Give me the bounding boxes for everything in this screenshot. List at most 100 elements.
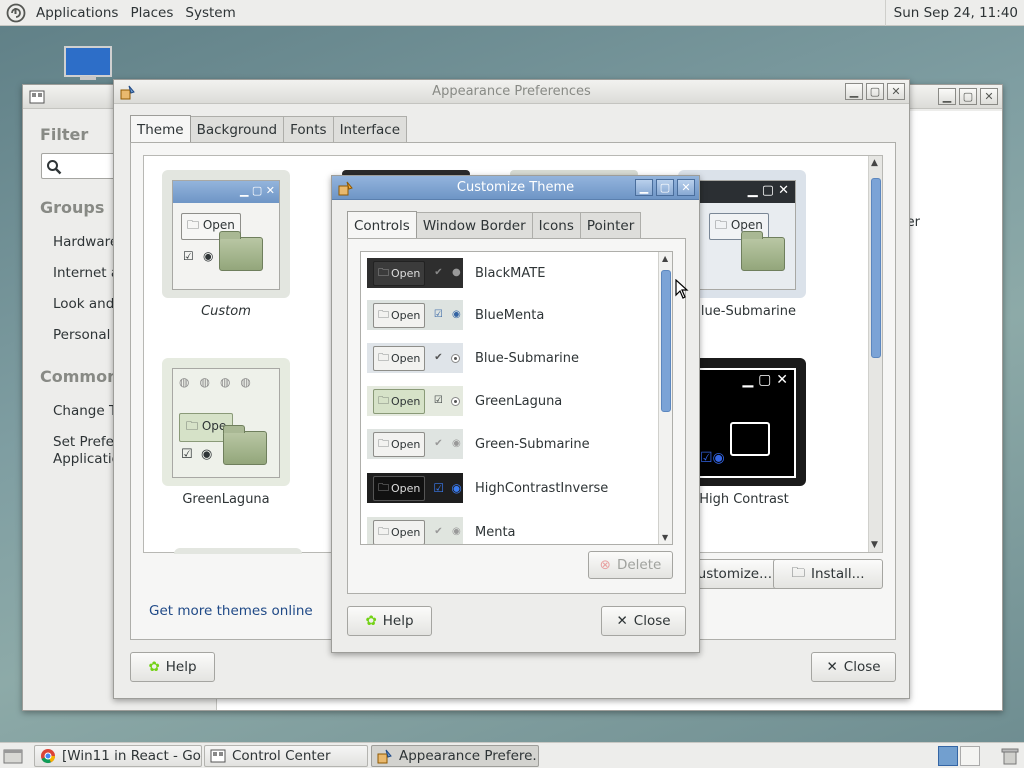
controls-scrollbar[interactable]: ▲ ▼	[658, 252, 672, 544]
theme-thumb-custom[interactable]: ▁ ▢ ✕ 🗀 Open ☑ ◉	[162, 170, 290, 298]
maximize-icon[interactable]: ▢	[959, 88, 977, 105]
task-control-center-label: Control Center	[232, 748, 331, 764]
radio-icon: ●	[452, 267, 461, 278]
theme-thumb-greenlaguna[interactable]: ◍◍◍◍ 🗀 Ope ☑ ◉	[162, 358, 290, 486]
control-center-icon	[29, 90, 45, 104]
task-appearance[interactable]: Appearance Prefere...	[371, 745, 539, 767]
theme-preview: 🗀 Open ✔ ◉	[367, 429, 463, 459]
task-applications[interactable]: Applicatio	[53, 451, 120, 467]
customize-titlebar[interactable]: Customize Theme ▁ ▢ ✕	[332, 176, 699, 200]
minimize-icon[interactable]: ▁	[938, 88, 956, 105]
mouse-pointer-icon	[675, 279, 689, 299]
list-item[interactable]: 🗀 Open ☑ ◉ HighContrastInverse	[367, 470, 608, 506]
tab-window-border[interactable]: Window Border	[415, 212, 533, 239]
theme-label-custom: Custom	[201, 304, 251, 319]
controls-scroll-thumb[interactable]	[661, 270, 671, 412]
chrome-icon	[41, 749, 55, 764]
close-label: Close	[843, 659, 881, 675]
close-icon[interactable]: ✕	[980, 88, 998, 105]
control-center-icon	[210, 749, 226, 763]
appearance-tabs: Theme Background Fonts Interface	[130, 115, 408, 143]
blue-submarine-preview: ▁ ▢ ✕ 🗀 Open	[688, 180, 796, 290]
controls-theme-list[interactable]: 🗀 Open ✔ ● BlackMATE 🗀 Open ☑ ◉ BlueMenta 🗀 O…	[360, 251, 673, 545]
preview-open-button: 🗀 Open	[373, 345, 426, 371]
folder-icon: 🗀	[186, 419, 199, 433]
trash-icon[interactable]	[1000, 747, 1020, 765]
tab-background[interactable]: Background	[189, 116, 285, 143]
theme-thumb-partial[interactable]	[174, 548, 302, 554]
folder-icon: 🗀	[378, 480, 389, 494]
group-hardware[interactable]: Hardware	[53, 234, 118, 250]
radio-icon: ◉	[203, 249, 214, 263]
places-menu[interactable]: Places	[124, 5, 179, 21]
check-icon: ☑	[183, 249, 194, 263]
theme-scroll-thumb[interactable]	[871, 178, 881, 358]
radio-icon	[451, 396, 461, 406]
tab-controls[interactable]: Controls	[347, 211, 417, 238]
system-menu[interactable]: System	[179, 5, 241, 21]
minimize-icon[interactable]: ▁	[635, 179, 653, 196]
workspace-2-icon[interactable]	[960, 746, 980, 766]
show-desktop-icon[interactable]	[3, 747, 23, 765]
check-icon: ☑	[433, 309, 443, 320]
task-browser[interactable]: [Win11 in React - Go...	[34, 745, 202, 767]
customize-help-button[interactable]: ✿ Help	[347, 606, 432, 636]
appearance-close-button[interactable]: ✕ Close	[811, 652, 896, 682]
tab-pointer[interactable]: Pointer	[579, 212, 642, 239]
help-icon: ✿	[148, 659, 160, 675]
clock[interactable]: Sun Sep 24, 11:40	[884, 0, 1024, 26]
close-icon[interactable]: ✕	[677, 179, 695, 196]
radio-icon: ◉	[452, 438, 461, 449]
scroll-up-icon[interactable]: ▲	[662, 254, 668, 263]
scroll-up-icon[interactable]: ▲	[871, 158, 878, 168]
list-item[interactable]: 🗀 Open ☑ GreenLaguna	[367, 383, 562, 419]
maximize-icon[interactable]: ▢	[866, 83, 884, 100]
tab-icons[interactable]: Icons	[531, 212, 581, 239]
applications-menu[interactable]: Applications	[30, 5, 124, 21]
theme-preview: 🗀 Open ✔	[367, 343, 463, 373]
preview-open-label: Open	[391, 437, 421, 451]
delete-button[interactable]: ⊗ Delete	[588, 551, 673, 579]
theme-name: Menta	[475, 524, 516, 540]
preview-titlebar: ▁ ▢ ✕	[173, 181, 279, 203]
tab-theme[interactable]: Theme	[130, 115, 191, 142]
tab-fonts[interactable]: Fonts	[283, 116, 334, 143]
list-item[interactable]: 🗀 Open ✔ Blue-Submarine	[367, 340, 579, 376]
theme-scrollbar[interactable]: ▲ ▼	[868, 156, 882, 552]
preview-open-label: Open	[391, 351, 421, 365]
theme-preview: 🗀 Open ☑ ◉	[367, 473, 463, 503]
mate-logo-icon[interactable]	[6, 3, 26, 23]
close-icon[interactable]: ✕	[887, 83, 905, 100]
appearance-help-button[interactable]: ✿ Help	[130, 652, 215, 682]
theme-name: BlackMATE	[475, 265, 546, 281]
maximize-icon[interactable]: ▢	[656, 179, 674, 196]
filter-search-input[interactable]	[41, 153, 121, 179]
folder-icon: 🗀	[715, 218, 728, 232]
top-panel: Applications Places System Sun Sep 24, 1…	[0, 0, 1024, 26]
scroll-down-icon[interactable]: ▼	[871, 540, 878, 550]
install-button[interactable]: 🗀 Install...	[773, 559, 883, 589]
radio-icon	[451, 353, 461, 363]
computer-desktop-icon[interactable]	[64, 46, 112, 82]
task-control-center[interactable]: Control Center	[204, 745, 368, 767]
preview-open-label: Open	[730, 218, 763, 232]
workspace-1-icon[interactable]	[938, 746, 958, 766]
high-contrast-preview: ▁ ▢ ✕ ☑◉	[688, 368, 796, 478]
group-personal[interactable]: Personal	[53, 327, 110, 343]
radio-icon: ◉	[451, 481, 462, 495]
theme-preview: 🗀 Open ☑	[367, 386, 463, 416]
minimize-icon[interactable]: ▁	[845, 83, 863, 100]
get-more-themes-link[interactable]: Get more themes online	[149, 603, 313, 619]
appearance-titlebar[interactable]: Appearance Preferences ▁ ▢ ✕	[114, 80, 909, 104]
task-appearance-label: Appearance Prefere...	[399, 748, 539, 764]
help-label: Help	[382, 613, 414, 629]
list-item[interactable]: 🗀 Open ✔ ◉ Green-Submarine	[367, 426, 590, 462]
scroll-down-icon[interactable]: ▼	[662, 533, 668, 542]
tab-interface[interactable]: Interface	[332, 116, 408, 143]
customize-theme-dialog: Customize Theme ▁ ▢ ✕ Controls Window Bo…	[331, 175, 700, 653]
list-item[interactable]: 🗀 Open ✔ ● BlackMATE	[367, 255, 545, 291]
theme-preview: 🗀 Open ☑ ◉	[367, 300, 463, 330]
list-item[interactable]: 🗀 Open ☑ ◉ BlueMenta	[367, 297, 544, 333]
customize-close-button[interactable]: ✕ Close	[601, 606, 686, 636]
list-item[interactable]: 🗀 Open ✔ ◉ Menta	[367, 514, 516, 544]
